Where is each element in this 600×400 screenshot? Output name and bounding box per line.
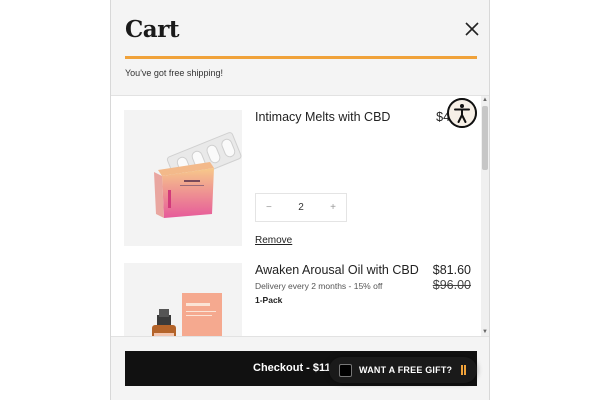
subscription-info: Delivery every 2 months - 15% off (255, 281, 383, 291)
cart-items-list: Intimacy Melts with CBD $40 − 2 + Remove (111, 96, 489, 336)
shipping-progress-fill (125, 56, 477, 59)
plus-icon[interactable]: + (330, 202, 336, 213)
accessibility-icon[interactable] (447, 98, 477, 128)
product-name[interactable]: Awaken Arousal Oil with CBD (255, 263, 419, 277)
checkout-label: Checkout - $111 (253, 362, 337, 374)
remove-item-button[interactable]: Remove (255, 235, 292, 246)
gift-logo-icon (339, 364, 352, 377)
cart-title: Cart (125, 16, 179, 43)
cart-drawer: Cart You've got free shipping! Intimacy … (110, 0, 490, 400)
original-price: $96.00 (432, 278, 471, 292)
product-price: $81.60 (432, 263, 471, 277)
scroll-down-arrow[interactable]: ▼ (481, 328, 489, 336)
cart-item: Awaken Arousal Oil with CBD $81.60 $96.0… (111, 259, 489, 336)
scrollbar-thumb[interactable] (482, 106, 488, 170)
cart-footer: Checkout - $111 WANT A FREE GIFT? (111, 336, 489, 400)
free-shipping-message: You've got free shipping! (125, 68, 223, 78)
shipping-progress-bar (125, 56, 477, 59)
gift-badge-icon (461, 365, 466, 375)
quantity-stepper: − 2 + (255, 193, 347, 222)
product-image-arousal-oil (124, 263, 242, 336)
close-icon[interactable] (461, 18, 483, 40)
pack-size: 1-Pack (255, 295, 283, 305)
scroll-up-arrow[interactable]: ▲ (481, 96, 489, 104)
free-gift-label: WANT A FREE GIFT? (359, 365, 453, 375)
quantity-value[interactable]: 2 (298, 202, 304, 213)
product-image-intimacy-melts (124, 110, 242, 246)
cart-item: Intimacy Melts with CBD $40 − 2 + Remove (111, 96, 489, 256)
free-gift-button[interactable]: WANT A FREE GIFT? (329, 357, 477, 383)
minus-icon[interactable]: − (266, 202, 272, 213)
product-name[interactable]: Intimacy Melts with CBD (255, 110, 390, 124)
cart-header: Cart You've got free shipping! (111, 0, 489, 95)
items-scrollbar[interactable]: ▲ ▼ (481, 96, 489, 336)
